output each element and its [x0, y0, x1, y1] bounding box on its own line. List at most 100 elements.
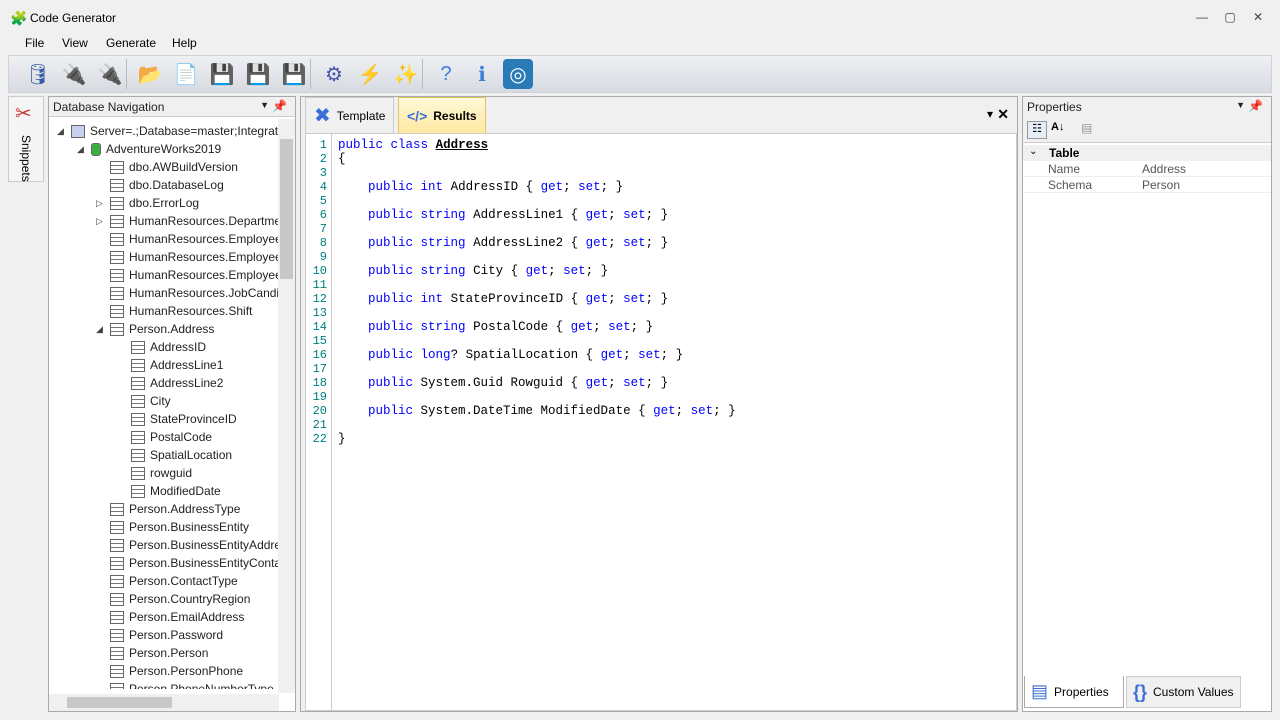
dropdown-icon[interactable]: ▼ [260, 100, 269, 110]
tree-item-column[interactable]: City [131, 392, 171, 410]
tree-item-column[interactable]: AddressLine2 [131, 374, 223, 392]
table-icon [110, 502, 124, 516]
categorized-icon[interactable]: ☷ [1027, 121, 1047, 139]
scroll-thumb[interactable] [280, 139, 293, 279]
vertical-scrollbar[interactable] [278, 119, 295, 693]
tab-label: Results [433, 108, 477, 123]
save-as-button[interactable]: 💾 [243, 59, 273, 89]
magic-wand-button[interactable]: ✨ [391, 59, 421, 89]
property-row[interactable]: Schema Person [1023, 177, 1271, 193]
tree-item-column[interactable]: AddressLine1 [131, 356, 223, 374]
table-icon [131, 448, 145, 462]
tab-template[interactable]: ✖ Template [305, 97, 395, 133]
expand-arrow-icon[interactable]: ▷ [96, 198, 103, 209]
horizontal-scrollbar[interactable] [49, 694, 279, 711]
pin-icon[interactable]: 📌 [272, 99, 287, 113]
tree-item-table[interactable]: Person.AddressType [110, 500, 240, 518]
line-number: 22 [312, 432, 327, 446]
property-pages-icon[interactable]: ▤ [1081, 121, 1092, 135]
tree-item-table[interactable]: dbo.AWBuildVersion [110, 158, 238, 176]
tree-item-column[interactable]: ModifiedDate [131, 482, 221, 500]
tree-item-table[interactable]: HumanResources.Employee [110, 230, 279, 248]
tree-item-table[interactable]: ▷ dbo.ErrorLog [96, 194, 199, 212]
tree-item-table[interactable]: ▷ HumanResources.Department [96, 212, 279, 230]
tree-item-label: rowguid [150, 466, 193, 480]
tree-item-table[interactable]: HumanResources.EmployeeDepartmentHistory [110, 248, 279, 266]
scissors-icon: ✂ [15, 103, 32, 125]
tree-item-table[interactable]: Person.ContactType [110, 572, 238, 590]
tree-item-table[interactable]: Person.EmailAddress [110, 608, 244, 626]
tree-item-table[interactable]: Person.PersonPhone [110, 662, 243, 680]
tab-properties[interactable]: ▤ Properties [1024, 676, 1124, 708]
database-button[interactable]: 🛢 [23, 59, 53, 89]
close-button[interactable]: ✕ [1250, 10, 1266, 26]
info-button[interactable]: ℹ [467, 59, 497, 89]
code-view[interactable]: 1 2 3 4 5 6 7 8 9 10 11 12 13 14 15 16 17 18 19 20 21 22 publi… [305, 133, 1017, 711]
tree-item-column[interactable]: AddressID [131, 338, 206, 356]
collapse-icon[interactable]: ⌄ [1029, 146, 1037, 157]
tab-list-icon[interactable]: ▾ [987, 107, 993, 121]
tree-item-column[interactable]: SpatialLocation [131, 446, 232, 464]
open-folder-button[interactable]: 📂 [135, 59, 165, 89]
tree-item-table[interactable]: Person.PhoneNumberType [110, 680, 274, 689]
tree-item-table[interactable]: HumanResources.EmployeePayHistory [110, 266, 279, 284]
tree-item-column[interactable]: rowguid [131, 464, 192, 482]
tree-item-table[interactable]: ◢ Person.Address [96, 320, 214, 338]
property-value[interactable]: Address [1142, 162, 1186, 176]
tab-custom-values[interactable]: {} Custom Values [1126, 676, 1241, 708]
tree-item-table[interactable]: Person.BusinessEntity [110, 518, 249, 536]
save-button[interactable]: 💾 [207, 59, 237, 89]
snippets-tab[interactable]: ✂ Snippets [8, 96, 44, 182]
keyword: public [368, 292, 414, 306]
database-navigation-panel: Database Navigation ▼ 📌 ◢ Server=.;Databa… [48, 96, 296, 712]
property-row[interactable]: Name Address [1023, 161, 1271, 177]
help-button[interactable]: ? [431, 59, 461, 89]
generate-lightning-button[interactable]: ⚡ [355, 59, 385, 89]
keyword: public [368, 236, 414, 250]
tree-item-column[interactable]: StateProvinceID [131, 410, 237, 428]
menu-help[interactable]: Help [172, 36, 197, 50]
dropdown-icon[interactable]: ▼ [1236, 100, 1245, 110]
collapse-arrow-icon[interactable]: ◢ [96, 324, 103, 335]
tree-item-table[interactable]: HumanResources.JobCandidate [110, 284, 279, 302]
new-file-button[interactable]: 📄 [171, 59, 201, 89]
brand-button[interactable]: ◎ [503, 59, 533, 89]
menu-view[interactable]: View [62, 36, 88, 50]
tree-item-table[interactable]: Person.Password [110, 626, 223, 644]
tree-item-label: HumanResources.EmployeePayHistory [129, 268, 279, 282]
connect-button[interactable]: 🔌 [59, 59, 89, 89]
tree-item-table[interactable]: HumanResources.Shift [110, 302, 252, 320]
save-all-button[interactable]: 💾 [279, 59, 309, 89]
pin-icon[interactable]: 📌 [1248, 99, 1263, 113]
tree-item-table[interactable]: Person.BusinessEntityAddress [110, 536, 279, 554]
tree-item-column[interactable]: PostalCode [131, 428, 212, 446]
sort-alphabetical-icon[interactable]: A↓ [1051, 121, 1064, 133]
scroll-thumb[interactable] [67, 697, 172, 708]
tree-item-table[interactable]: Person.CountryRegion [110, 590, 250, 608]
property-value[interactable]: Person [1142, 178, 1180, 192]
menu-generate[interactable]: Generate [106, 36, 156, 50]
tree-item-label: HumanResources.Employee [129, 232, 279, 246]
tree-item-server[interactable]: ◢ Server=.;Database=master;Integrated [57, 122, 279, 140]
disconnect-button[interactable]: 🔌 [95, 59, 125, 89]
help-icon: ? [440, 62, 452, 85]
menu-file[interactable]: File [25, 36, 44, 50]
tree-item-table[interactable]: Person.Person [110, 644, 208, 662]
close-tab-icon[interactable]: ✕ [997, 106, 1009, 123]
tree-item-database[interactable]: ◢ AdventureWorks2019 [77, 140, 221, 158]
maximize-button[interactable]: ▢ [1222, 10, 1238, 26]
code-text: StateProvinceID { [443, 292, 586, 306]
tab-results[interactable]: </> Results [398, 97, 486, 133]
category-label: Table [1049, 146, 1080, 160]
code-line: { [338, 152, 346, 166]
collapse-arrow-icon[interactable]: ◢ [77, 144, 84, 155]
minimize-button[interactable]: — [1194, 10, 1210, 26]
settings-button[interactable]: ⚙ [319, 59, 349, 89]
code-text: { [338, 152, 346, 166]
collapse-arrow-icon[interactable]: ◢ [57, 126, 64, 137]
expand-arrow-icon[interactable]: ▷ [96, 216, 103, 227]
tree-item-table[interactable]: dbo.DatabaseLog [110, 176, 224, 194]
property-name: Schema [1048, 178, 1093, 192]
category-table[interactable]: ⌄ Table [1023, 145, 1271, 161]
tree-item-table[interactable]: Person.BusinessEntityContact [110, 554, 279, 572]
